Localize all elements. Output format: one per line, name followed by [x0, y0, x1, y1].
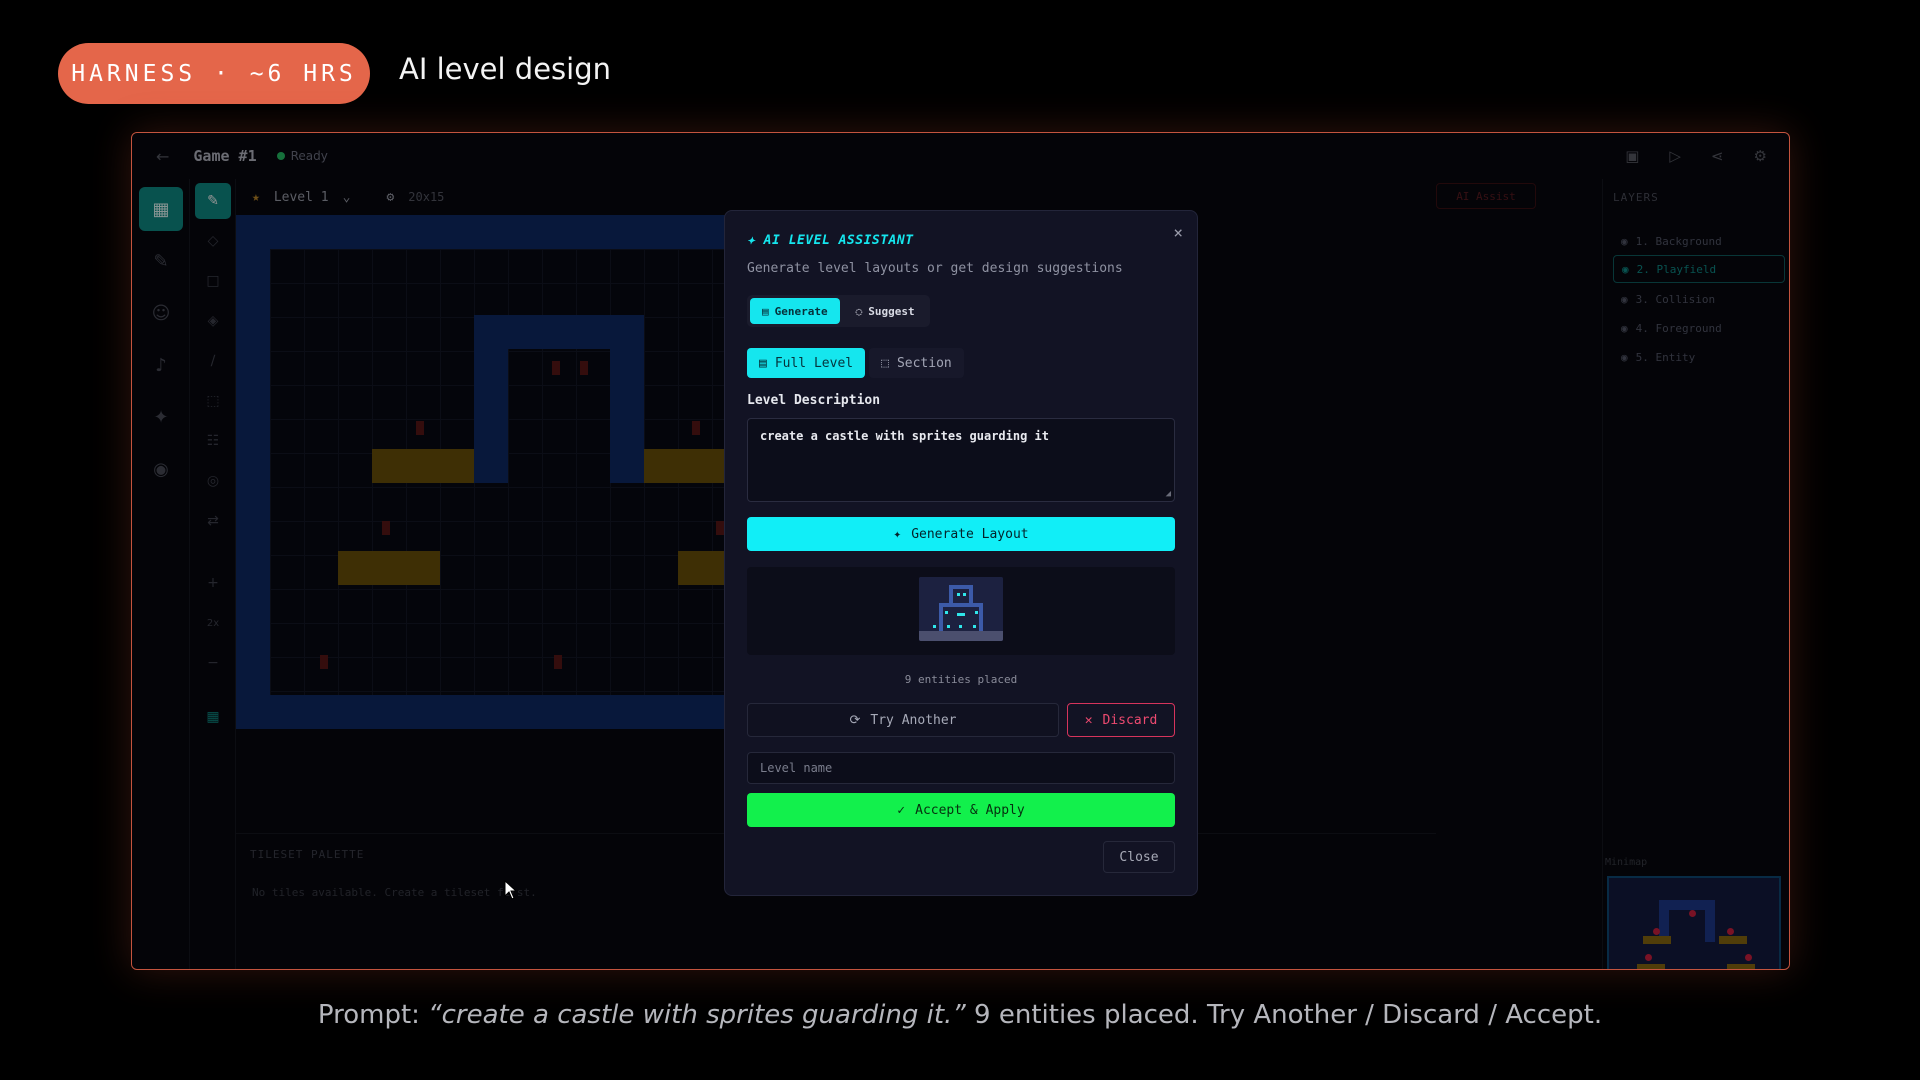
description-label: Level Description — [747, 393, 881, 408]
slide-title: AI level design — [399, 52, 611, 86]
try-another-button[interactable]: ⟳ Try Another — [747, 703, 1059, 737]
harness-badge: HARNESS · ~6 HRS — [58, 43, 370, 104]
dialog-subtitle: Generate level layouts or get design sug… — [747, 261, 1123, 276]
dialog-title: ✦ AI LEVEL ASSISTANT — [747, 233, 914, 248]
ai-level-assistant-dialog: × ✦ AI LEVEL ASSISTANT Generate level la… — [724, 210, 1198, 896]
preview-thumbnail — [919, 577, 1003, 641]
sparkle-icon: ✦ — [747, 233, 764, 248]
lightbulb-icon: ◌ — [855, 304, 863, 318]
map-icon: ▤ — [762, 304, 769, 318]
tab-full-level[interactable]: ▤ Full Level — [747, 348, 866, 378]
scope-tabs: ▤ Full Level ⬚ Section — [747, 348, 964, 378]
level-description-textarea[interactable]: create a castle with sprites guarding it… — [747, 418, 1175, 502]
close-button[interactable]: Close — [1103, 841, 1175, 873]
entities-placed-count: 9 entities placed — [904, 673, 1018, 686]
map-icon: ▤ — [759, 355, 767, 371]
tab-section[interactable]: ⬚ Section — [869, 348, 964, 378]
mouse-cursor-icon — [504, 880, 518, 900]
slide-caption: Prompt: “create a castle with sprites gu… — [0, 1000, 1920, 1030]
caption-quote: “create a castle with sprites guarding i… — [428, 1000, 966, 1030]
sparkle-icon: ✦ — [893, 526, 902, 542]
accept-apply-button[interactable]: ✓ Accept & Apply — [747, 793, 1175, 827]
check-icon: ✓ — [897, 802, 906, 818]
generate-layout-button[interactable]: ✦ Generate Layout — [747, 517, 1175, 551]
app-window: ← Game #1 Ready ▣ ▷ ⋖ ⚙ ▦ ✎ ☺ ♪ ✦ ◉ ✎ ◇ … — [131, 132, 1790, 970]
layout-preview — [747, 567, 1175, 655]
tab-generate[interactable]: ▤ Generate — [750, 298, 840, 324]
section-select-icon: ⬚ — [881, 355, 889, 371]
description-value: create a castle with sprites guarding it — [760, 429, 1049, 443]
resize-grip-icon[interactable]: ◢ — [1166, 489, 1171, 499]
caption-suffix: 9 entities placed. Try Another / Discard… — [965, 1000, 1603, 1030]
refresh-icon: ⟳ — [849, 712, 861, 728]
tab-suggest[interactable]: ◌ Suggest — [844, 298, 927, 324]
x-icon: ✕ — [1084, 712, 1093, 728]
mode-tabs: ▤ Generate ◌ Suggest — [747, 295, 930, 327]
level-name-input[interactable] — [747, 752, 1175, 784]
discard-button[interactable]: ✕ Discard — [1067, 703, 1175, 737]
caption-prefix: Prompt: — [317, 1000, 429, 1030]
close-icon[interactable]: × — [1173, 223, 1183, 242]
